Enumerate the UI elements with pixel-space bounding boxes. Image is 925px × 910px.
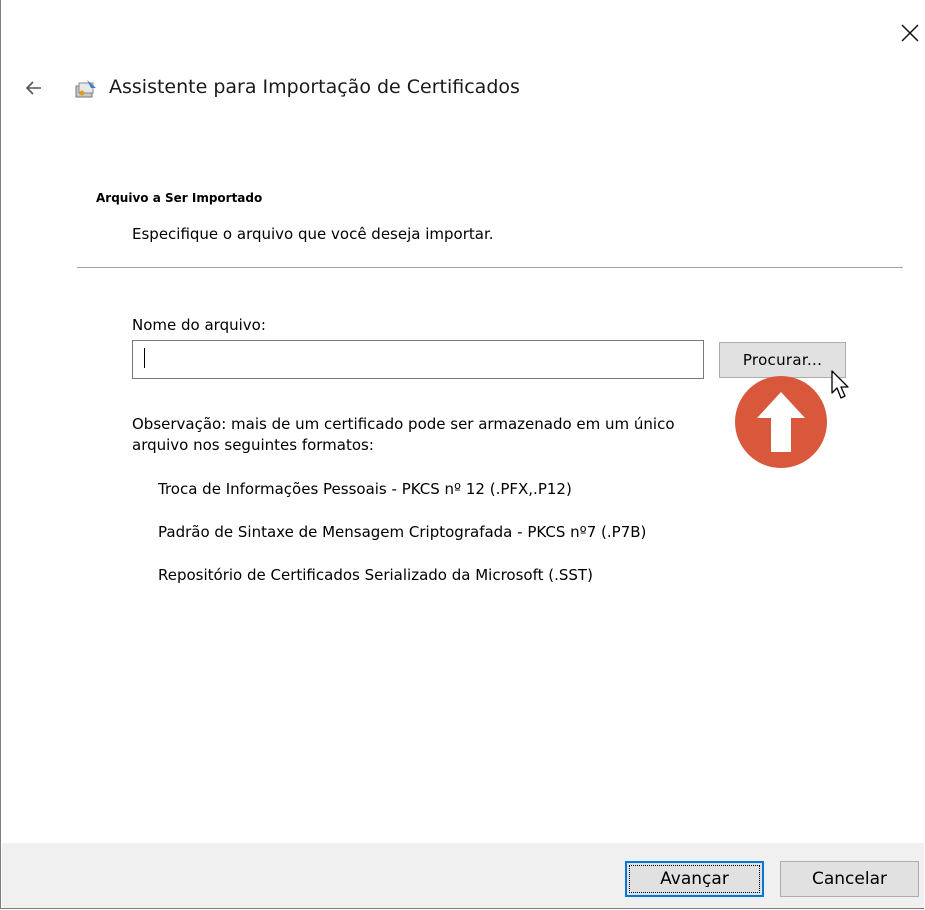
close-icon[interactable] xyxy=(899,22,921,44)
format-item-sst: Repositório de Certificados Serializado … xyxy=(158,566,593,584)
certificate-wizard-icon xyxy=(75,80,96,98)
formats-note: Observação: mais de um certificado pode … xyxy=(132,415,675,454)
back-arrow-icon[interactable] xyxy=(23,77,45,99)
page-subheading: Especifique o arquivo que você deseja im… xyxy=(132,225,494,243)
format-item-pfx: Troca de Informações Pessoais - PKCS nº … xyxy=(158,480,572,498)
browse-button[interactable]: Procurar... xyxy=(719,342,846,378)
file-name-input[interactable] xyxy=(132,340,704,379)
mouse-pointer-icon xyxy=(831,370,849,399)
format-item-p7b: Padrão de Sintaxe de Mensagem Criptograf… xyxy=(158,523,647,541)
header-separator xyxy=(77,267,903,268)
certificate-import-wizard: Assistente para Importação de Certificad… xyxy=(0,0,924,909)
text-caret xyxy=(144,348,145,368)
cancel-button[interactable]: Cancelar xyxy=(780,861,919,897)
file-name-label: Nome do arquivo: xyxy=(132,316,266,334)
page-heading: Arquivo a Ser Importado xyxy=(96,191,263,205)
next-button[interactable]: Avançar xyxy=(625,861,764,897)
up-arrow-icon xyxy=(735,376,827,468)
window-title: Assistente para Importação de Certificad… xyxy=(109,76,520,98)
